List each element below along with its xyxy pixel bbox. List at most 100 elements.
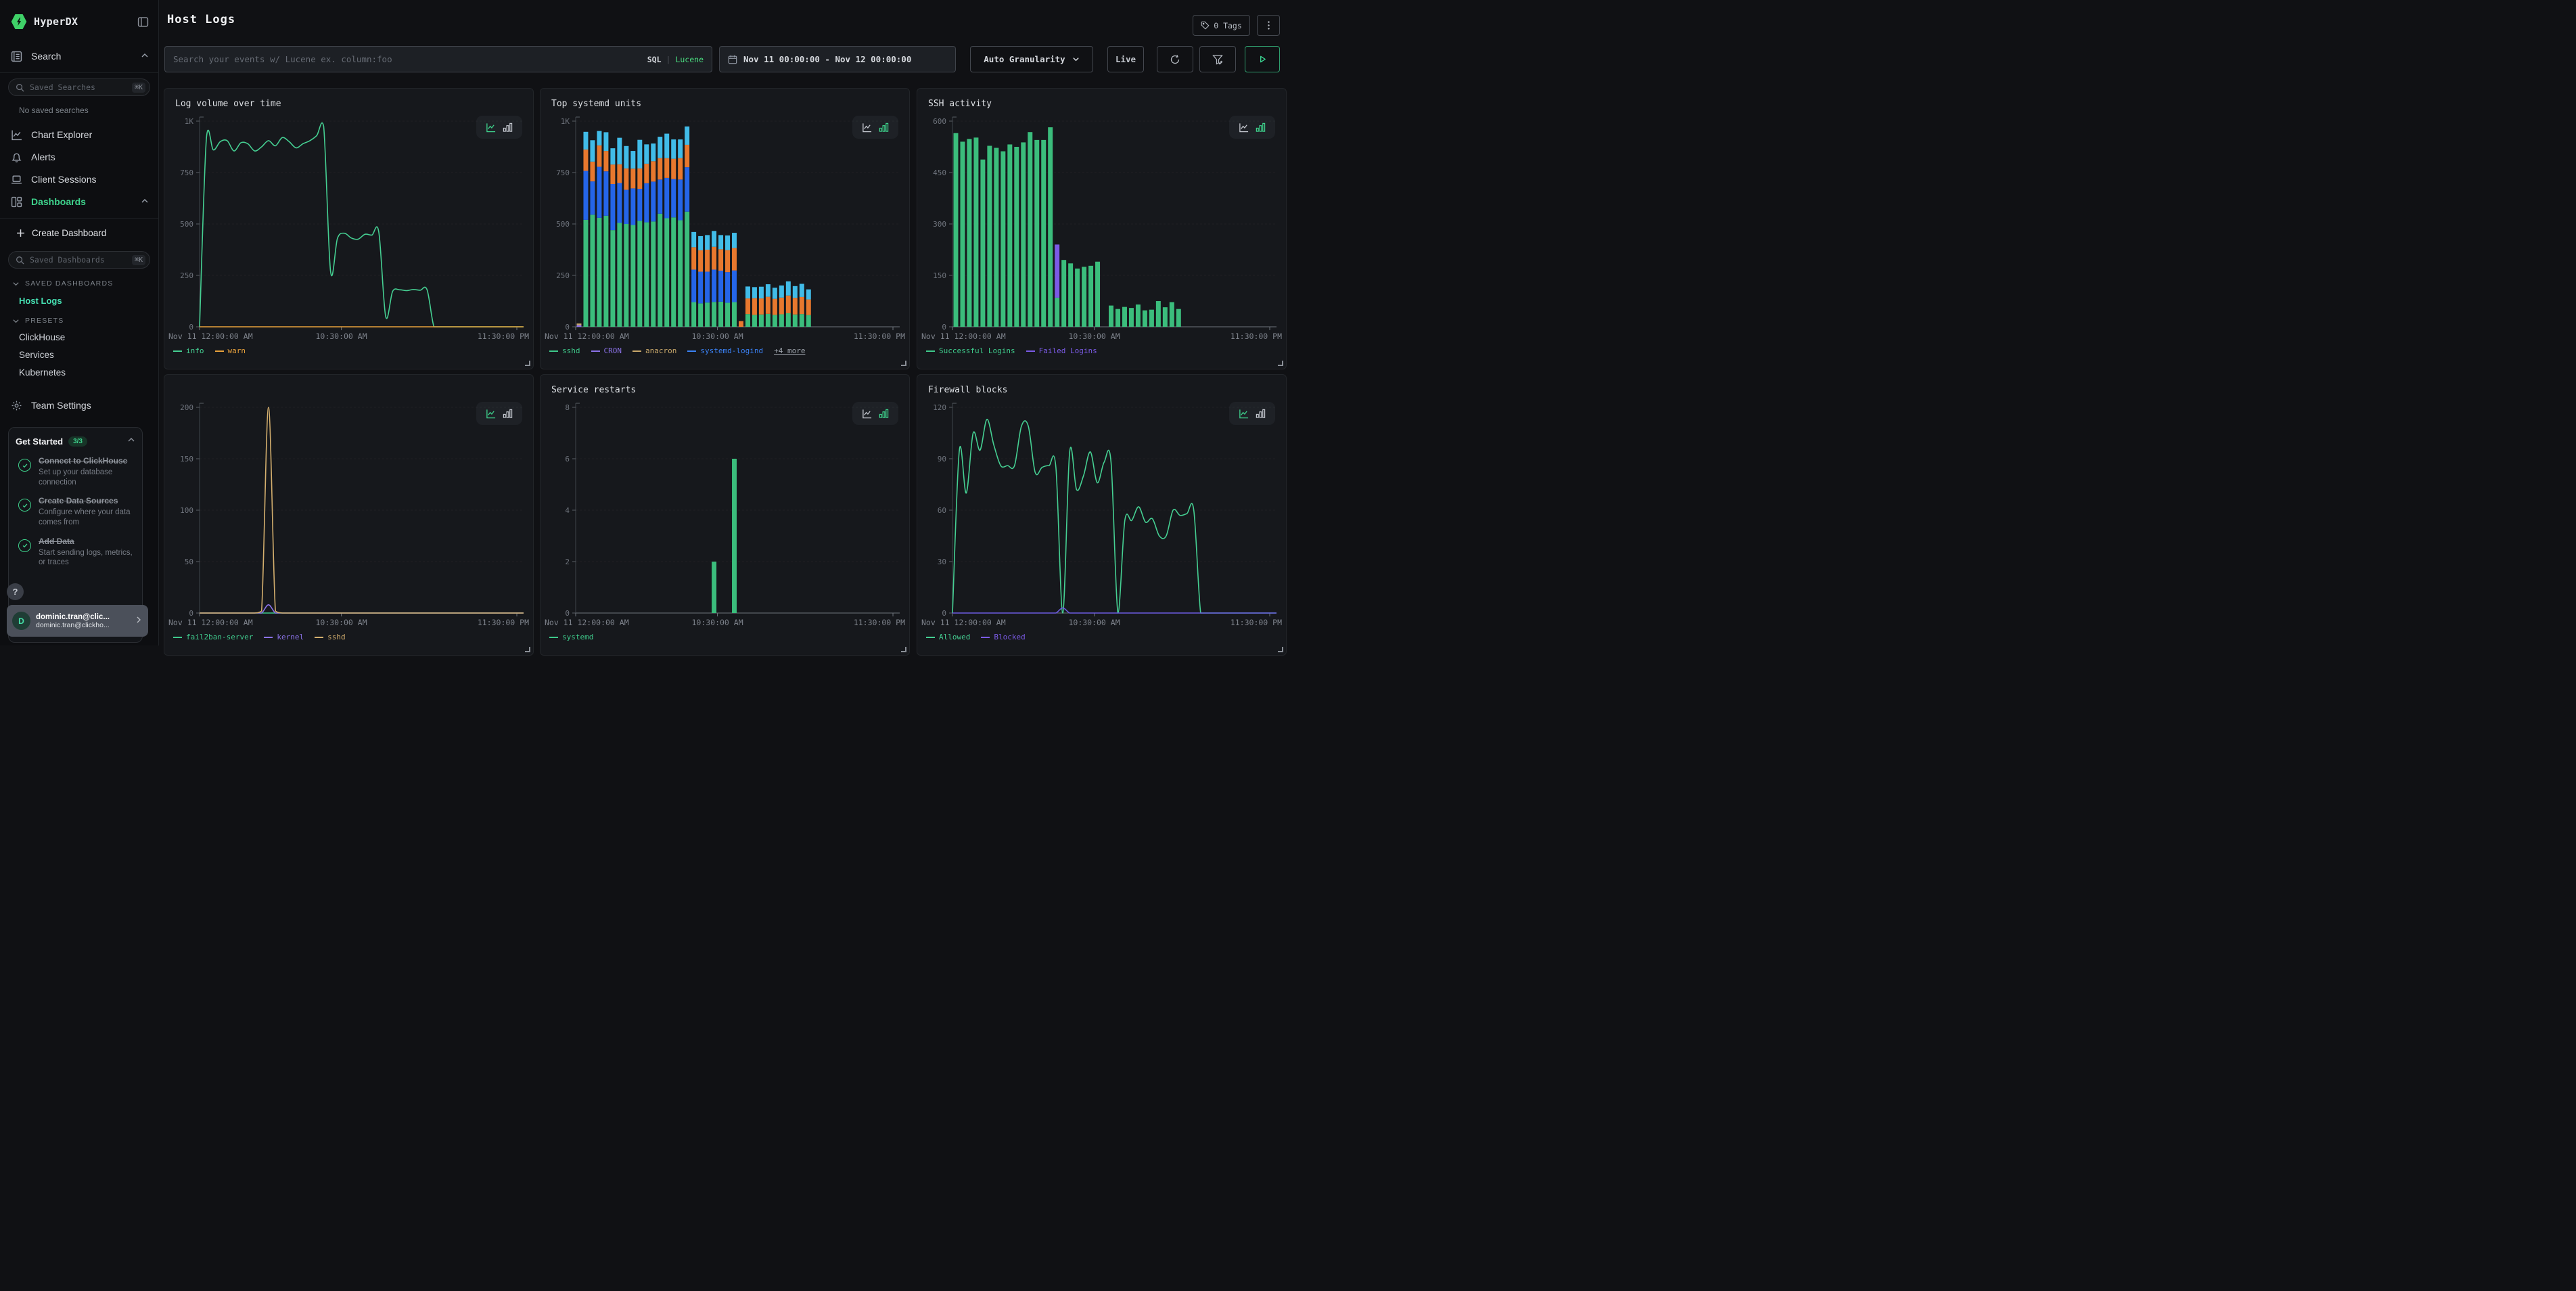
legend-item[interactable]: systemd [549,633,593,641]
main-content: Host Logs 0 Tags Search your events w/ L… [159,0,1288,646]
event-search-input[interactable]: Search your events w/ Lucene ex. column:… [164,46,712,72]
legend-item[interactable]: sshd [549,346,580,355]
sidebar-item-services[interactable]: Services [19,350,158,360]
panel-resize-handle[interactable] [901,647,906,652]
bar-+4 more (a) [698,250,703,272]
legend-item[interactable]: sshd [315,633,346,641]
sidebar-item-label: Alerts [31,152,55,162]
bar-+4 more (b) [766,284,770,297]
search-icon [16,256,24,265]
sidebar-collapse-icon[interactable] [137,16,149,28]
legend-item[interactable]: CRON [591,346,622,355]
bar-systemd-logind [617,183,622,223]
legend-item[interactable]: kernel [264,633,304,641]
refresh-button[interactable] [1157,46,1193,72]
sidebar-item-alerts[interactable]: Alerts [11,148,149,166]
tags-button[interactable]: 0 Tags [1193,15,1250,36]
legend-more-link[interactable]: +4 more [774,346,805,355]
chevron-up-icon[interactable] [141,196,149,207]
sidebar-item-host-logs[interactable]: Host Logs [19,296,158,306]
legend-item[interactable]: systemd-logind [687,346,763,355]
bar-+4 more (a) [664,158,669,178]
get-started-step[interactable]: Add Data Start sending logs, metrics, or… [16,537,135,568]
granularity-dropdown[interactable]: Auto Granularity [970,46,1093,72]
svg-text:0: 0 [189,609,193,618]
chart-line-icon [11,129,22,141]
panel-resize-handle[interactable] [901,361,906,366]
legend-item[interactable]: anacron [632,346,676,355]
live-button[interactable]: Live [1107,46,1144,72]
sidebar-item-client-sessions[interactable]: Client Sessions [11,171,149,188]
legend-item[interactable]: info [173,346,204,355]
chart-legend: systemd [549,633,593,641]
panel-resize-handle[interactable] [1278,361,1283,366]
legend-swatch [173,637,182,638]
kbd-shortcut: ⌘K [132,83,145,93]
filter-edit-icon [1212,54,1223,65]
bar-+4 more (b) [745,286,750,298]
chart-plot: 86420Nov 11 12:00:00 AM10:30:00 AM11:30:… [540,375,911,656]
chart-legend: info warn [173,346,246,355]
bar-Successful Logins [1082,267,1086,327]
dashboard-panel-ssh-activity: SSH activity6004503001500Nov 11 12:00:00… [917,88,1287,369]
get-started-header[interactable]: Get Started 3/3 [16,435,135,447]
create-dashboard-button[interactable]: Create Dashboard [16,224,149,242]
svg-text:150: 150 [933,271,946,280]
saved-searches-input[interactable]: Saved Searches ⌘K [8,78,150,96]
bar-Successful Logins [1028,132,1032,327]
bar-Successful Logins [1156,301,1161,327]
legend-item[interactable]: Failed Logins [1026,346,1097,355]
lucene-mode-toggle[interactable]: Lucene [675,55,704,64]
saved-dashboards-input[interactable]: Saved Dashboards ⌘K [8,251,150,269]
bar-systemd-logind [590,181,595,214]
bar-+4 more (a) [800,297,804,314]
saved-dashboards-placeholder: Saved Dashboards [30,255,132,265]
bar-Successful Logins [960,141,965,327]
bar-sshd [658,214,662,327]
chevron-up-icon[interactable] [127,435,135,447]
bar-+4 more (b) [610,148,615,164]
legend-item[interactable]: Blocked [981,633,1025,641]
bar-+4 more (a) [691,247,696,269]
bar-Successful Logins [1034,140,1039,327]
sidebar-item-team-settings[interactable]: Team Settings [11,397,149,414]
bar-Successful Logins [1149,310,1154,327]
bar-sshd [597,218,601,327]
panel-menu-button[interactable] [1257,15,1280,36]
help-button[interactable]: ? [7,583,24,600]
sidebar-item-kubernetes[interactable]: Kubernetes [19,367,158,378]
legend-label: CRON [604,346,622,355]
panel-resize-handle[interactable] [525,361,530,366]
panel-resize-handle[interactable] [525,647,530,652]
bar-+4 more (b) [793,286,798,298]
sidebar-item-clickhouse[interactable]: ClickHouse [19,332,158,342]
user-account-button[interactable]: D dominic.tran@clic... dominic.tran@clic… [7,605,148,637]
bar-sshd [671,217,676,327]
get-started-step[interactable]: Create Data Sources Configure where your… [16,496,135,527]
sql-mode-toggle[interactable]: SQL [647,55,662,64]
legend-item[interactable]: fail2ban-server [173,633,253,641]
bar-+4 more (a) [637,168,642,189]
plus-icon [16,229,25,237]
chevron-up-icon[interactable] [141,51,149,62]
svg-text:1K: 1K [185,117,194,126]
sidebar-item-chart-explorer[interactable]: Chart Explorer [11,126,149,143]
bar-+4 more (b) [671,139,676,159]
saved-dashboards-heading[interactable]: SAVED DASHBOARDS [12,279,158,288]
filter-button[interactable] [1199,46,1236,72]
legend-item[interactable]: warn [215,346,246,355]
bar-Successful Logins [1095,262,1100,327]
legend-item[interactable]: Successful Logins [926,346,1015,355]
bar-Successful Logins [1041,140,1046,327]
bar-systemd-logind [678,179,683,220]
sidebar-item-search[interactable]: Search [11,47,149,65]
legend-label: warn [228,346,246,355]
presets-heading[interactable]: PRESETS [12,317,158,325]
panel-resize-handle[interactable] [1278,647,1283,652]
date-range-picker[interactable]: Nov 11 00:00:00 - Nov 12 00:00:00 [719,46,956,72]
sidebar-item-dashboards[interactable]: Dashboards [11,193,149,210]
legend-item[interactable]: Allowed [926,633,970,641]
run-query-button[interactable] [1245,46,1280,72]
get-started-step[interactable]: Connect to ClickHouse Set up your databa… [16,456,135,487]
bar-Successful Logins [1122,307,1127,327]
